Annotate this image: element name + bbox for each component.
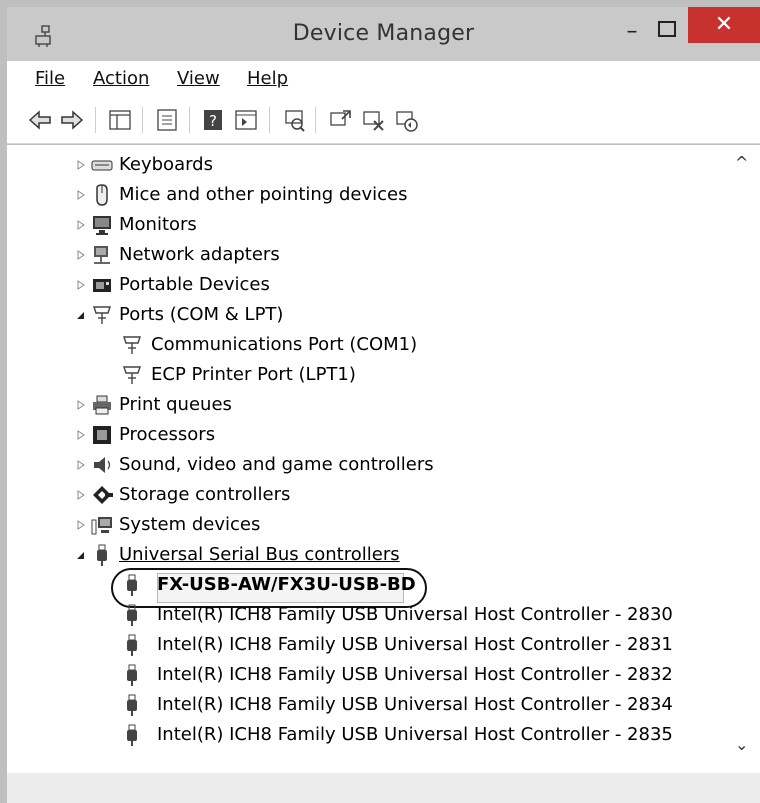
close-button[interactable]: ✕ [688, 7, 760, 43]
monitor-icon [93, 216, 111, 235]
port-icon [123, 366, 141, 384]
svg-text:?: ? [209, 112, 217, 130]
system-device-icon [91, 517, 112, 535]
minimize-button[interactable]: – [621, 21, 643, 45]
maximize-button[interactable] [658, 21, 676, 37]
usb-icon [127, 694, 137, 716]
printer-icon [93, 395, 111, 415]
expand-arrow-icon[interactable] [75, 519, 87, 531]
window-title: Device Manager [292, 21, 475, 46]
tree-item-label: Network adapters [119, 244, 280, 265]
scan-hardware-icon[interactable] [281, 107, 307, 133]
tree-item-label: Print queues [119, 394, 232, 415]
help-icon[interactable]: ? [200, 107, 226, 133]
device-manager-window: Device Manager – ✕ File Action View Help [0, 0, 760, 803]
show-action-pane-icon[interactable] [233, 107, 259, 133]
tree-item-label: Intel(R) ICH8 Family USB Universal Host … [157, 664, 673, 685]
device-tree[interactable]: Keyboards Mice and other pointing device… [7, 145, 760, 795]
usb-icon [127, 724, 137, 746]
tree-item-label: Ports (COM & LPT) [119, 304, 284, 325]
scroll-down-arrow[interactable]: ⌄ [735, 735, 749, 754]
expand-arrow-icon[interactable] [75, 489, 87, 501]
toolbar-separator [269, 107, 270, 133]
processor-icon [93, 426, 111, 444]
keyboard-icon [91, 160, 113, 171]
status-bar [7, 773, 760, 803]
title-bar[interactable]: Device Manager – [7, 7, 760, 61]
tree-item-label: Monitors [119, 214, 197, 235]
properties-icon[interactable] [154, 107, 180, 133]
tree-item-label: Communications Port (COM1) [151, 334, 418, 355]
expand-arrow-icon[interactable] [75, 219, 87, 231]
forward-icon[interactable] [59, 107, 85, 133]
usb-icon [127, 634, 137, 656]
expand-arrow-icon[interactable] [75, 459, 87, 471]
tree-item-label: ECP Printer Port (LPT1) [151, 364, 356, 385]
toolbar-separator [189, 107, 190, 133]
usb-icon [127, 604, 137, 626]
uninstall-icon[interactable] [360, 107, 386, 133]
tree-item-label: Processors [119, 424, 216, 445]
expand-arrow-icon[interactable] [75, 429, 87, 441]
tree-item-label: System devices [119, 514, 261, 535]
scroll-up-arrow[interactable]: ^ [735, 153, 749, 172]
tree-item-label: Portable Devices [119, 274, 270, 295]
usb-icon [127, 664, 137, 686]
expand-arrow-icon[interactable] [75, 159, 87, 171]
menu-view-label: View [177, 68, 220, 89]
toolbar: ? [7, 97, 760, 144]
mouse-icon [96, 184, 108, 206]
update-driver-icon[interactable] [327, 107, 353, 133]
menu-view[interactable]: View [177, 68, 220, 89]
menu-action[interactable]: Action [93, 68, 149, 89]
collapse-arrow-icon[interactable] [75, 309, 87, 321]
network-adapter-icon [94, 246, 110, 264]
tree-item-label: Sound, video and game controllers [119, 454, 434, 475]
menu-action-label: Action [93, 68, 150, 89]
toolbar-separator [315, 107, 316, 133]
port-icon [93, 306, 111, 324]
tree-item-label: Keyboards [119, 154, 213, 175]
usb-icon [97, 544, 107, 566]
expand-arrow-icon[interactable] [75, 249, 87, 261]
tree-item-label: Intel(R) ICH8 Family USB Universal Host … [157, 604, 673, 625]
port-icon [123, 336, 141, 354]
expand-arrow-icon[interactable] [75, 279, 87, 291]
expand-arrow-icon[interactable] [75, 189, 87, 201]
back-icon[interactable] [27, 107, 53, 133]
tree-item-label: Intel(R) ICH8 Family USB Universal Host … [157, 694, 673, 715]
tree-item-label: Mice and other pointing devices [119, 184, 408, 205]
show-hide-console-tree-icon[interactable] [107, 107, 133, 133]
tree-item-label: Intel(R) ICH8 Family USB Universal Host … [157, 724, 673, 745]
tree-item-label: Intel(R) ICH8 Family USB Universal Host … [157, 634, 673, 655]
toolbar-separator [142, 107, 143, 133]
menu-help[interactable]: Help [247, 68, 288, 89]
speaker-icon [94, 457, 111, 473]
toolbar-separator [95, 107, 96, 133]
menu-help-label: Help [247, 68, 289, 89]
disable-icon[interactable] [393, 107, 419, 133]
menu-file-label: File [35, 68, 66, 89]
menu-file[interactable]: File [35, 68, 65, 89]
expand-arrow-icon[interactable] [75, 399, 87, 411]
tree-item-label: Universal Serial Bus controllers [119, 544, 400, 565]
storage-icon [93, 486, 113, 504]
tree-item-label: Storage controllers [119, 484, 291, 505]
collapse-arrow-icon[interactable] [75, 549, 87, 561]
menu-bar: File Action View Help [7, 61, 760, 97]
portable-device-icon [93, 279, 111, 292]
